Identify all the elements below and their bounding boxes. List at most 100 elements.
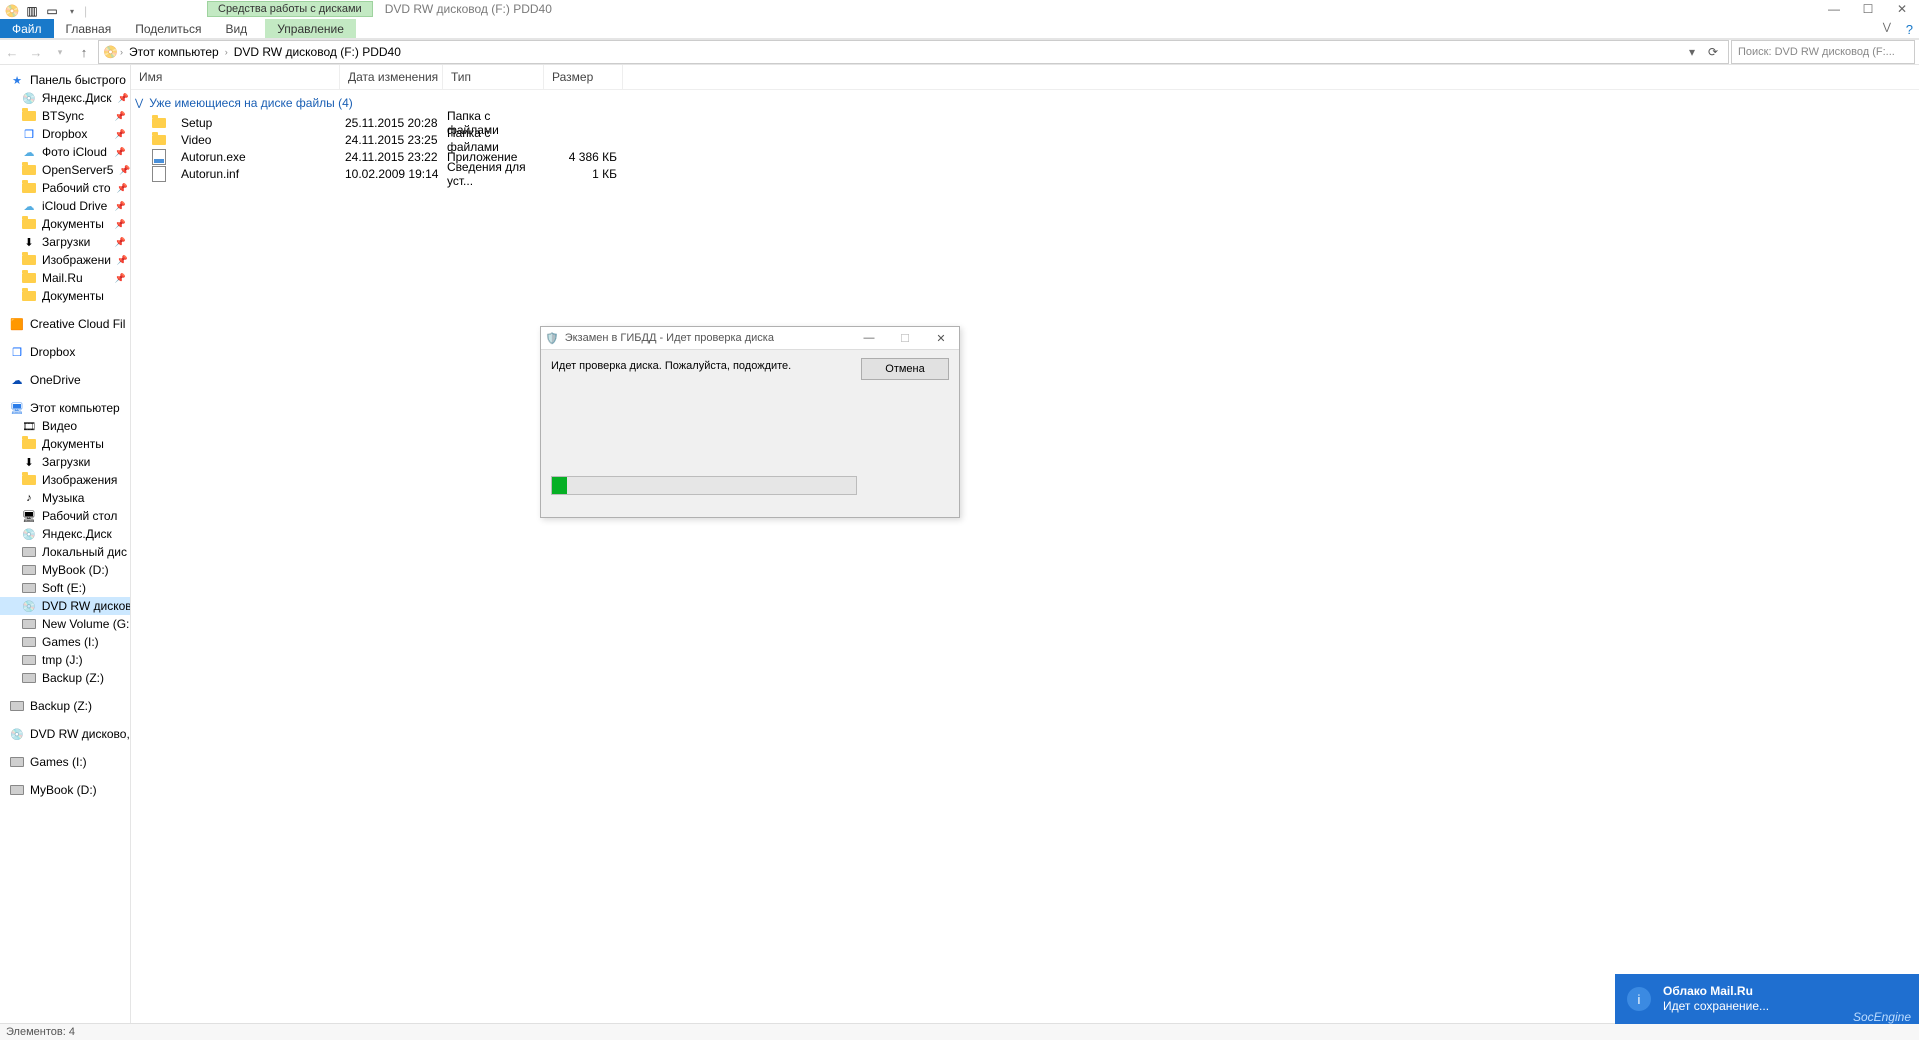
cloud-icon: ☁ — [22, 199, 36, 213]
qat-properties-icon[interactable]: ▥ — [24, 3, 40, 19]
ribbon-tab-home[interactable]: Главная — [54, 19, 124, 38]
nav-item-label: BTSync — [42, 109, 84, 123]
pc-icon: 🖥 — [10, 401, 24, 415]
nav-item[interactable]: ⬇Загрузки — [0, 453, 130, 471]
nav-item[interactable]: MyBook (D:) — [0, 561, 130, 579]
nav-item-label: Creative Cloud Fil — [30, 317, 125, 331]
cancel-button[interactable]: Отмена — [861, 358, 949, 380]
ribbon-tab-manage[interactable]: Управление — [265, 19, 356, 38]
nav-item[interactable]: 🎞Видео — [0, 417, 130, 435]
nav-item[interactable]: Документы — [0, 287, 130, 305]
help-icon[interactable]: ? — [1906, 22, 1913, 37]
drive-icon — [22, 545, 36, 559]
nav-item[interactable]: Документы — [0, 435, 130, 453]
nav-item-label: Dropbox — [42, 127, 87, 141]
column-name[interactable]: Имя — [131, 65, 340, 89]
notification-toast[interactable]: i Облако Mail.Ru Идет сохранение... SocE… — [1615, 974, 1919, 1024]
disc-icon: 💿 — [22, 527, 36, 541]
context-tab-disktools[interactable]: Средства работы с дисками — [207, 1, 373, 17]
nav-item[interactable]: 🖥Рабочий стол — [0, 507, 130, 525]
column-date[interactable]: Дата изменения — [340, 65, 443, 89]
pin-icon: 📌 — [115, 201, 126, 212]
nav-item[interactable]: 🖥Этот компьютер — [0, 399, 130, 417]
column-size[interactable]: Размер — [544, 65, 623, 89]
dialog-minimize-button[interactable]: — — [851, 327, 887, 349]
address-dropdown-icon[interactable]: ▾ — [1684, 45, 1700, 59]
qat-newfolder-icon[interactable]: ▭ — [44, 3, 60, 19]
nav-item[interactable]: Рабочий сто📌 — [0, 179, 130, 197]
ribbon-tab-share[interactable]: Поделиться — [123, 19, 213, 38]
dialog-titlebar[interactable]: 🛡️ Экзамен в ГИБДД - Идет проверка диска… — [541, 327, 959, 350]
navigation-pane[interactable]: ★Панель быстрого💿Яндекс.Диск📌BTSync📌❒Dro… — [0, 65, 131, 1025]
nav-item[interactable]: BTSync📌 — [0, 107, 130, 125]
nav-recent-dropdown[interactable]: ▾ — [48, 41, 72, 63]
nav-item[interactable]: ★Панель быстрого — [0, 71, 130, 89]
nav-item[interactable]: Документы📌 — [0, 215, 130, 233]
nav-item[interactable]: ☁OneDrive — [0, 371, 130, 389]
qat-dropdown-icon[interactable]: ▾ — [64, 3, 80, 19]
nav-item[interactable]: MyBook (D:) — [0, 781, 130, 799]
nav-item-label: Games (I:) — [30, 755, 87, 769]
chevron-down-icon[interactable]: ⋁ — [135, 98, 143, 109]
breadcrumb-root-icon[interactable]: 📀 — [103, 45, 118, 59]
nav-item[interactable]: Soft (E:) — [0, 579, 130, 597]
nav-item[interactable]: Изображени📌 — [0, 251, 130, 269]
nav-item[interactable]: ☁Фото iCloud📌 — [0, 143, 130, 161]
nav-item[interactable]: Backup (Z:) — [0, 697, 130, 715]
column-type[interactable]: Тип — [443, 65, 544, 89]
nav-item[interactable]: 💿DVD RW дисков — [0, 597, 130, 615]
dialog-maximize-button: ☐ — [887, 327, 923, 349]
nav-item[interactable]: ⬇Загрузки📌 — [0, 233, 130, 251]
window-minimize-button[interactable]: — — [1817, 0, 1851, 18]
nav-item[interactable]: 💿DVD RW дисково, — [0, 725, 130, 743]
nav-item-label: DVD RW дисков — [42, 599, 131, 613]
breadcrumb-item[interactable]: Этот компьютер — [125, 45, 223, 59]
nav-item[interactable]: ♪ Музыка — [0, 489, 130, 507]
nav-item[interactable]: 🟧Creative Cloud Fil — [0, 315, 130, 333]
nav-item[interactable]: Backup (Z:) — [0, 669, 130, 687]
ribbon-tab-file[interactable]: Файл — [0, 19, 54, 38]
nav-item[interactable]: 💿Яндекс.Диск📌 — [0, 89, 130, 107]
chevron-right-icon[interactable]: › — [120, 47, 123, 57]
ribbon-expand-icon[interactable]: ⋁ — [1883, 22, 1891, 33]
nav-item[interactable]: Mail.Ru📌 — [0, 269, 130, 287]
nav-item[interactable]: Локальный дис — [0, 543, 130, 561]
nav-up-button[interactable]: ↑ — [72, 41, 96, 63]
refresh-icon[interactable]: ⟳ — [1702, 45, 1724, 59]
group-header[interactable]: ⋁ Уже имеющиеся на диске файлы (4) — [131, 90, 1919, 114]
breadcrumb-item[interactable]: DVD RW дисковод (F:) PDD40 — [230, 45, 405, 59]
status-count: Элементов: 4 — [6, 1026, 75, 1038]
breadcrumb[interactable]: 📀 › Этот компьютер › DVD RW дисковод (F:… — [98, 40, 1729, 64]
search-input[interactable]: Поиск: DVD RW дисковод (F:... — [1731, 40, 1915, 64]
nav-item[interactable]: Games (I:) — [0, 633, 130, 651]
ribbon-tab-view[interactable]: Вид — [213, 19, 259, 38]
chevron-right-icon[interactable]: › — [225, 47, 228, 57]
exe-icon — [151, 149, 167, 165]
nav-item-label: Видео — [42, 419, 77, 433]
nav-item[interactable]: Изображения — [0, 471, 130, 489]
nav-item[interactable]: OpenServer5📌 — [0, 161, 130, 179]
music-icon: ♪ — [22, 491, 36, 505]
nav-item[interactable]: ☁iCloud Drive📌 — [0, 197, 130, 215]
nav-item[interactable]: New Volume (G: — [0, 615, 130, 633]
window-maximize-button[interactable]: ☐ — [1851, 0, 1885, 18]
nav-back-button[interactable]: ← — [0, 41, 24, 63]
dialog-app-icon: 🛡️ — [545, 332, 559, 345]
file-row[interactable]: Autorun.exe24.11.2015 23:22Приложение4 3… — [131, 148, 1919, 165]
file-row[interactable]: Autorun.inf10.02.2009 19:14Сведения для … — [131, 165, 1919, 182]
drive-icon — [22, 563, 36, 577]
nav-item-label: Документы — [42, 289, 104, 303]
nav-item[interactable]: Games (I:) — [0, 753, 130, 771]
nav-item[interactable]: ❒Dropbox📌 — [0, 125, 130, 143]
nav-item[interactable]: tmp (J:) — [0, 651, 130, 669]
file-row[interactable]: Setup25.11.2015 20:28Папка с файлами — [131, 114, 1919, 131]
dialog-close-button[interactable]: ✕ — [923, 327, 959, 349]
nav-item[interactable]: ❒Dropbox — [0, 343, 130, 361]
column-headers[interactable]: Имя Дата изменения Тип Размер — [131, 65, 1919, 90]
nav-item[interactable]: 💿Яндекс.Диск — [0, 525, 130, 543]
nav-item-label: Музыка — [42, 491, 84, 505]
disc-icon: 💿 — [22, 91, 36, 105]
window-close-button[interactable]: ✕ — [1885, 0, 1919, 18]
nav-forward-button[interactable]: → — [24, 41, 48, 63]
file-row[interactable]: Video24.11.2015 23:25Папка с файлами — [131, 131, 1919, 148]
